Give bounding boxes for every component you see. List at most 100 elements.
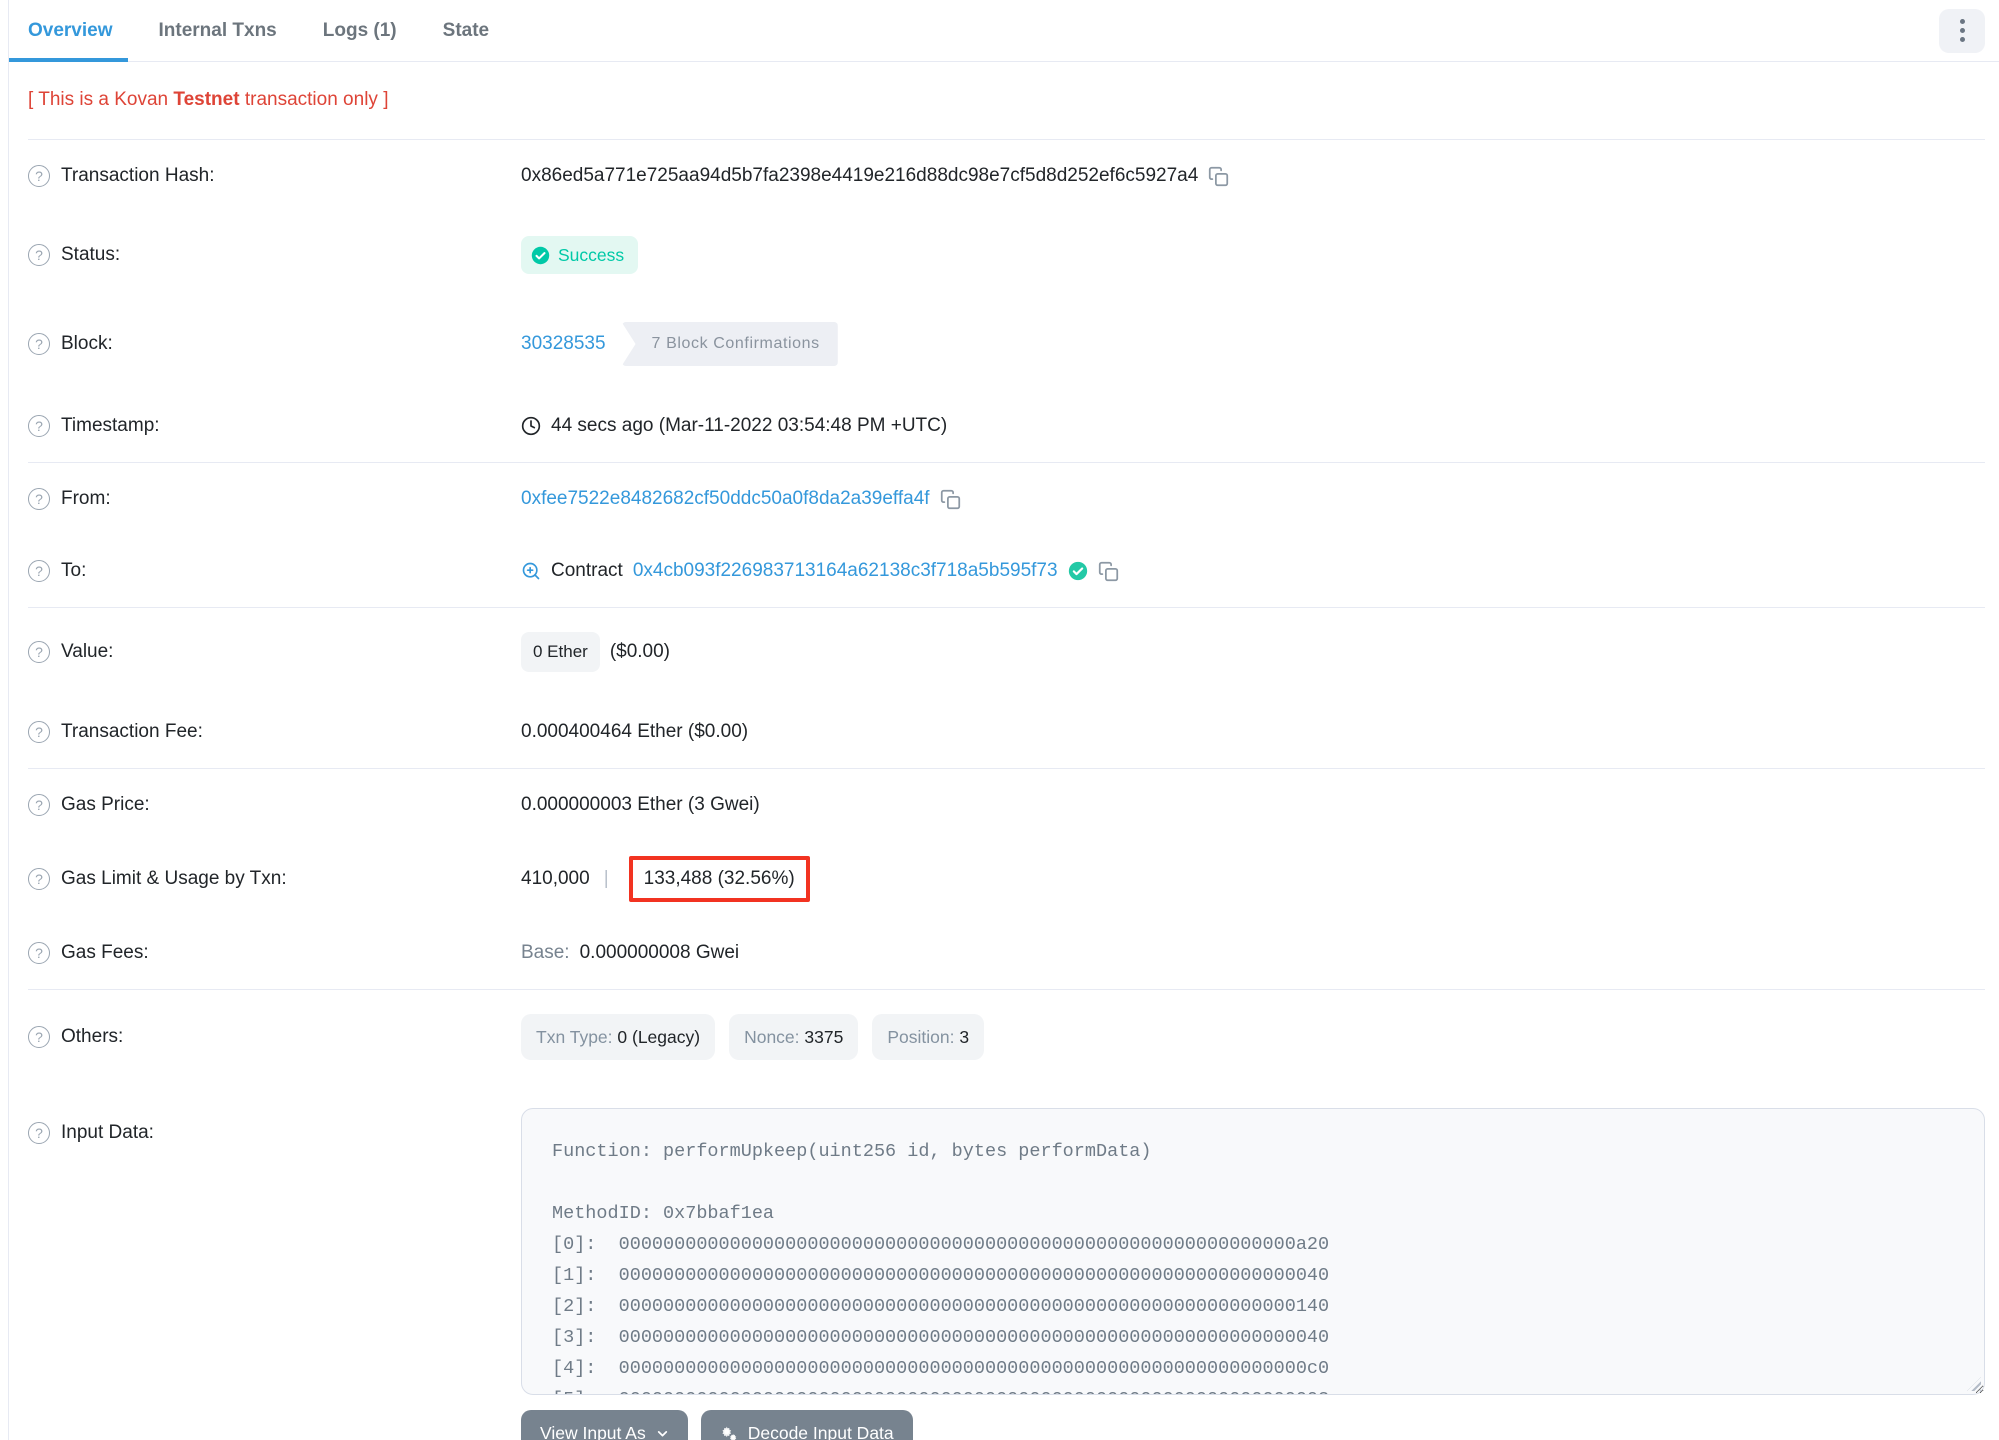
block-confirmations-badge: 7 Block Confirmations [621,322,838,366]
tab-overview[interactable]: Overview [9,0,127,62]
transaction-fee-value: 0.000400464 Ether ($0.00) [521,721,749,742]
txn-type-badge-value: 0 (Legacy) [617,1027,701,1047]
txn-type-badge-label: Txn Type: [536,1027,618,1047]
from-label: From: [61,488,111,509]
nonce-badge-label: Nonce: [744,1027,805,1047]
status-label: Status: [61,244,121,265]
copy-icon[interactable] [940,489,961,510]
notice-prefix: [ This is a Kovan [28,89,174,110]
overview-content: [ This is a Kovan Testnet transaction on… [9,62,1999,1440]
others-label: Others: [61,1026,124,1047]
gas-fees-base-value: 0.000000008 Gwei [579,942,740,963]
to-address-link[interactable]: 0x4cb093f226983713164a62138c3f718a5b595f… [633,559,1058,583]
gas-fees-label: Gas Fees: [61,942,149,963]
gas-separator: | [603,868,609,889]
timestamp-value: 44 secs ago (Mar-11-2022 03:54:48 PM +UT… [551,415,948,436]
txn-type-badge: Txn Type: 0 (Legacy) [521,1014,716,1060]
to-contract-prefix: Contract [551,560,623,581]
tab-bar: Overview Internal Txns Logs (1) State [9,0,1999,62]
tab-internal-txns[interactable]: Internal Txns [159,0,277,61]
block-number-link[interactable]: 30328535 [521,332,606,356]
tab-state[interactable]: State [443,0,489,61]
view-input-as-label: View Input As [540,1423,646,1440]
help-icon[interactable] [28,1122,50,1144]
row-timestamp: Timestamp: 44 secs ago (Mar-11-2022 03:5… [28,390,1985,462]
row-value: Value: 0 Ether ($0.00) [28,608,1985,696]
help-icon[interactable] [28,244,50,266]
section-summary: Transaction Hash: 0x86ed5a771e725aa94d5b… [28,139,1985,462]
more-options-button[interactable] [1939,8,1985,53]
row-status: Status: Success [28,212,1985,298]
status-badge-text: Success [558,245,625,265]
help-icon[interactable] [28,333,50,355]
gas-usage-value: 133,488 (32.56%) [643,868,795,889]
tab-logs[interactable]: Logs (1) [323,0,397,61]
position-badge-label: Position: [887,1027,960,1047]
input-data-actions: View Input As Decode Input Data [521,1410,1985,1440]
to-label: To: [61,560,87,581]
position-badge: Position: 3 [872,1014,985,1060]
help-icon[interactable] [28,1026,50,1048]
chevron-down-icon [657,1431,667,1437]
kebab-dot-icon [1959,28,1965,33]
help-icon[interactable] [28,794,50,816]
check-circle-icon [531,246,550,264]
section-value: Value: 0 Ether ($0.00) Transaction Fee: … [28,607,1985,768]
search-plus-icon [522,562,540,580]
help-icon[interactable] [28,721,50,743]
row-others: Others: Txn Type: 0 (Legacy) Nonce: 3375… [28,990,1985,1084]
clock-icon [521,416,541,436]
view-input-as-button[interactable]: View Input As [521,1410,688,1440]
row-gas-price: Gas Price: 0.000000003 Ether (3 Gwei) [28,769,1985,841]
status-badge: Success [521,236,639,274]
gas-limit-label: Gas Limit & Usage by Txn: [61,868,287,889]
gas-price-label: Gas Price: [61,794,150,815]
gas-fees-base-label: Base: [521,942,570,963]
decode-input-data-label: Decode Input Data [747,1423,894,1440]
timestamp-label: Timestamp: [61,415,160,436]
input-data-label: Input Data: [61,1122,154,1143]
help-icon[interactable] [28,942,50,964]
input-data-textarea[interactable]: Function: performUpkeep(uint256 id, byte… [521,1108,1985,1395]
kebab-dot-icon [1959,37,1965,42]
decode-input-data-button[interactable]: Decode Input Data [700,1410,913,1440]
help-icon[interactable] [28,488,50,510]
value-label: Value: [61,641,114,662]
row-to: To: Contract 0x4cb093f226983713164a62138… [28,535,1985,607]
help-icon[interactable] [28,641,50,663]
row-from: From: 0xfee7522e8482682cf50ddc50a0f8da2a… [28,463,1985,535]
row-input-data: Input Data: Function: performUpkeep(uint… [28,1084,1985,1440]
help-icon[interactable] [28,165,50,187]
copy-icon[interactable] [1208,166,1229,187]
testnet-notice: [ This is a Kovan Testnet transaction on… [28,62,1985,139]
section-gas: Gas Price: 0.000000003 Ether (3 Gwei) Ga… [28,768,1985,989]
section-others-input: Others: Txn Type: 0 (Legacy) Nonce: 3375… [28,989,1985,1440]
kebab-dot-icon [1959,19,1965,24]
help-icon[interactable] [28,868,50,890]
verified-check-icon [1068,561,1087,581]
row-gas-limit-usage: Gas Limit & Usage by Txn: 410,000 | 133,… [28,841,1985,917]
section-addresses: From: 0xfee7522e8482682cf50ddc50a0f8da2a… [28,462,1985,607]
gas-usage-highlight-box: 133,488 (32.56%) [628,856,810,902]
gas-limit-value: 410,000 [521,868,590,889]
nonce-badge-value: 3375 [804,1027,844,1047]
notice-bold: Testnet [173,89,240,110]
gas-price-value: 0.000000003 Ether (3 Gwei) [521,794,760,815]
row-gas-fees: Gas Fees: Base: 0.000000008 Gwei [28,917,1985,989]
transaction-fee-label: Transaction Fee: [61,721,203,742]
transaction-hash-value: 0x86ed5a771e725aa94d5b7fa2398e4419e216d8… [521,165,1199,186]
notice-suffix: transaction only ] [239,89,389,110]
input-data-text: Function: performUpkeep(uint256 id, byte… [552,1141,1330,1394]
from-address-link[interactable]: 0xfee7522e8482682cf50ddc50a0f8da2a39effa… [521,487,930,511]
decode-gears-icon [722,1426,736,1440]
value-usd: ($0.00) [609,641,671,662]
row-transaction-hash: Transaction Hash: 0x86ed5a771e725aa94d5b… [28,140,1985,212]
position-badge-value: 3 [959,1027,970,1047]
transaction-detail-card: Overview Internal Txns Logs (1) State [ … [8,0,1999,1440]
row-transaction-fee: Transaction Fee: 0.000400464 Ether ($0.0… [28,696,1985,768]
help-icon[interactable] [28,560,50,582]
copy-icon[interactable] [1098,561,1119,582]
transaction-hash-label: Transaction Hash: [61,165,215,186]
block-label: Block: [61,333,113,354]
help-icon[interactable] [28,415,50,437]
